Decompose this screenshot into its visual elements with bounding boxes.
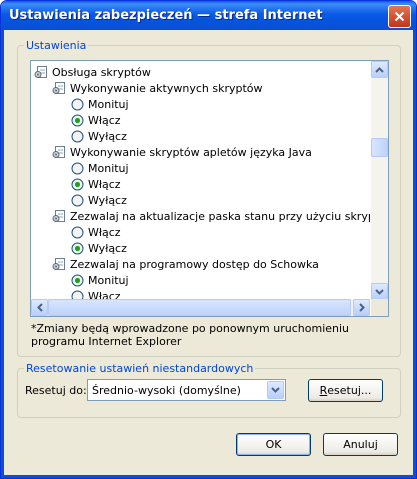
chevron-down-icon — [271, 387, 280, 393]
radio-option-label: Włącz — [88, 177, 121, 191]
reset-legend: Resetowanie ustawień niestandardowych — [24, 362, 256, 375]
reset-button-label: esetuj... — [327, 384, 372, 397]
gear-doc-icon — [52, 82, 65, 94]
arrow-left-icon — [36, 303, 43, 312]
cancel-button[interactable]: Anuluj — [323, 433, 398, 456]
radio-option-label: Wyłącz — [88, 129, 127, 143]
settings-item-label: Zezwalaj na programowy dostęp do Schowka — [70, 257, 319, 271]
radio-option[interactable]: Wyłącz — [71, 192, 127, 208]
reset-button[interactable]: Resetuj... — [308, 379, 383, 402]
reset-level-value: Średnio-wysoki (domyślne) — [92, 384, 241, 397]
radio-option-label: Wyłącz — [88, 241, 127, 255]
radio-option[interactable]: Włącz — [71, 176, 121, 192]
restart-note: *Zmiany będą wprowadzone po ponownym uru… — [31, 322, 350, 348]
settings-list: Obsługa skryptów Wykonywanie aktywnych sk… — [31, 61, 370, 300]
gear-doc-icon — [52, 258, 65, 270]
radio-option-label: Wyłącz — [88, 193, 127, 207]
scroll-left-button[interactable] — [31, 299, 48, 316]
radio-option-label: Monituj — [88, 161, 129, 175]
vertical-scroll-thumb[interactable] — [371, 138, 388, 157]
close-button[interactable] — [388, 5, 411, 28]
radio-option[interactable]: Włącz — [71, 112, 121, 128]
settings-item-label: Wykonywanie aktywnych skryptów — [70, 81, 263, 95]
scroll-down-button[interactable] — [371, 283, 388, 300]
cancel-button-label: Anuluj — [343, 438, 378, 451]
ok-button-label: OK — [265, 438, 282, 451]
title-bar[interactable]: Ustawienia zabezpieczeń — strefa Interne… — [1, 1, 416, 30]
radio-option[interactable]: Monituj — [71, 96, 129, 112]
window-border-bottom — [1, 475, 416, 478]
radio-option[interactable]: Wyłącz — [71, 128, 127, 144]
settings-item: Wykonywanie skryptów apletów języka Java — [52, 144, 312, 160]
settings-item-label: Obsługa skryptów — [52, 65, 151, 79]
radio-checked-icon[interactable] — [71, 178, 84, 191]
settings-listbox[interactable]: Obsługa skryptów Wykonywanie aktywnych sk… — [30, 60, 389, 317]
radio-unchecked-icon[interactable] — [71, 98, 84, 111]
scroll-right-button[interactable] — [353, 299, 370, 316]
radio-unchecked-icon[interactable] — [71, 162, 84, 175]
radio-option-label: Monituj — [88, 97, 129, 111]
window-border-left — [1, 30, 4, 478]
dropdown-button[interactable] — [267, 381, 284, 399]
vertical-scrollbar[interactable] — [371, 61, 388, 300]
settings-item: Zezwalaj na programowy dostęp do Schowka — [52, 256, 319, 272]
reset-button-hotkey: R — [319, 384, 328, 397]
radio-checked-icon[interactable] — [71, 242, 84, 255]
radio-option-label: Włącz — [88, 225, 121, 239]
reset-level-select[interactable]: Średnio-wysoki (domyślne) — [87, 379, 286, 401]
window-border-right — [413, 30, 416, 478]
gear-doc-icon — [52, 210, 65, 222]
horizontal-scroll-thumb[interactable] — [48, 299, 351, 316]
radio-option[interactable]: Włącz — [71, 224, 121, 240]
radio-unchecked-icon[interactable] — [71, 226, 84, 239]
settings-category: Obsługa skryptów — [34, 64, 151, 80]
scroll-up-button[interactable] — [371, 61, 388, 78]
gear-doc-icon — [34, 66, 47, 78]
radio-option[interactable]: Wyłącz — [71, 240, 127, 256]
window-title: Ustawienia zabezpieczeń — strefa Interne… — [9, 8, 323, 23]
radio-unchecked-icon[interactable] — [71, 130, 84, 143]
settings-item: Zezwalaj na aktualizacje paska stanu prz… — [52, 208, 370, 224]
radio-option-label: Monituj — [88, 273, 129, 287]
settings-item: Wykonywanie aktywnych skryptów — [52, 80, 263, 96]
settings-item-label: Zezwalaj na aktualizacje paska stanu prz… — [70, 209, 370, 223]
reset-to-label: Resetuj do: — [25, 384, 87, 397]
ok-button[interactable]: OK — [236, 433, 311, 456]
settings-legend: Ustawienia — [24, 39, 89, 52]
dialog-window: Ustawienia zabezpieczeń — strefa Interne… — [0, 0, 417, 479]
radio-option-label: Włącz — [88, 113, 121, 127]
arrow-up-icon — [375, 66, 384, 73]
radio-option[interactable]: Monituj — [71, 160, 129, 176]
arrow-down-icon — [375, 288, 384, 295]
radio-checked-icon[interactable] — [71, 274, 84, 287]
radio-option[interactable]: Monituj — [71, 272, 129, 288]
settings-item-label: Wykonywanie skryptów apletów języka Java — [70, 145, 312, 159]
horizontal-scrollbar[interactable] — [31, 299, 370, 316]
gear-doc-icon — [52, 146, 65, 158]
close-icon — [394, 11, 405, 22]
radio-unchecked-icon[interactable] — [71, 194, 84, 207]
radio-checked-icon[interactable] — [71, 114, 84, 127]
scrollbar-corner — [371, 299, 388, 316]
arrow-right-icon — [358, 303, 365, 312]
